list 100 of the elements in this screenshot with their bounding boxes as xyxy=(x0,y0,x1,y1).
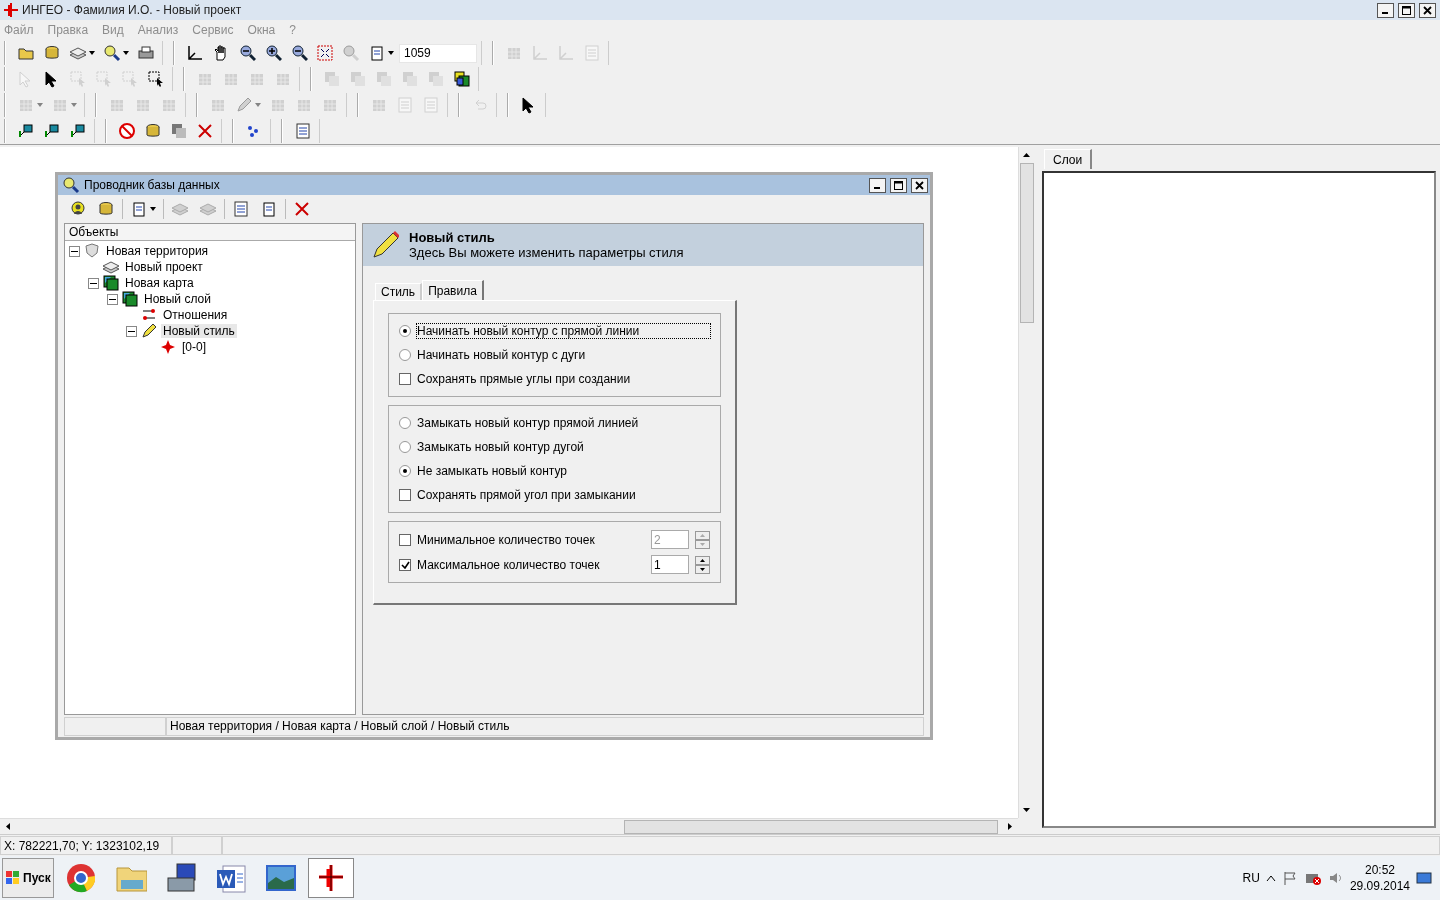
down-arrow-icon xyxy=(1023,808,1030,812)
option-label: Сохранять прямые углы при создании xyxy=(417,372,632,386)
spin-up-button[interactable] xyxy=(695,555,710,565)
table-icon xyxy=(422,96,440,114)
scroll-thumb[interactable] xyxy=(624,819,998,834)
maximize-icon xyxy=(1402,5,1411,15)
speaker-icon[interactable] xyxy=(1327,870,1344,886)
app-logo-icon xyxy=(317,863,345,893)
point-icon xyxy=(159,338,177,356)
radio-button[interactable] xyxy=(399,417,411,429)
scale-field[interactable]: 1059 xyxy=(399,43,477,63)
word-document-icon xyxy=(215,862,247,894)
checkbox[interactable] xyxy=(399,533,411,546)
photo-viewer-icon xyxy=(265,863,297,893)
radio-button[interactable] xyxy=(399,465,411,477)
selection-icon xyxy=(69,70,87,88)
tree-item[interactable]: Новая карта xyxy=(123,276,196,290)
down-arrow-icon xyxy=(700,567,705,571)
collapse-toggle[interactable] xyxy=(69,245,80,257)
tree-item[interactable]: Отношения xyxy=(161,308,230,322)
right-arrow-icon xyxy=(1008,823,1012,830)
computer-tools-icon xyxy=(165,862,197,894)
language-indicator[interactable]: RU xyxy=(1242,871,1260,885)
maximize-button[interactable] xyxy=(1398,2,1415,18)
collapse-toggle[interactable] xyxy=(88,277,99,289)
option-label: Сохранять прямой угол при замыкании xyxy=(417,488,637,502)
browser-icon xyxy=(65,862,97,894)
checkbox[interactable] xyxy=(399,558,411,571)
start-button[interactable]: Пуск xyxy=(2,858,54,898)
selection-icon xyxy=(121,70,139,88)
database-icon xyxy=(43,44,61,62)
chevron-up-icon[interactable] xyxy=(1265,874,1276,882)
radio-button[interactable] xyxy=(399,349,411,361)
document-icon xyxy=(368,44,386,62)
up-arrow-icon xyxy=(1023,153,1030,157)
square-icon xyxy=(375,70,393,88)
cross-icon xyxy=(196,122,214,140)
pin-icon xyxy=(69,122,87,140)
tree-item[interactable]: Новый проект xyxy=(123,260,205,274)
tree-item[interactable]: [0-0] xyxy=(180,340,208,354)
document-icon xyxy=(130,200,148,218)
square-icon xyxy=(427,70,445,88)
explorer-icon xyxy=(62,176,80,194)
square-icon xyxy=(170,122,188,140)
tab[interactable]: Правила xyxy=(422,280,484,300)
pin-icon xyxy=(17,122,35,140)
option-label: Замыкать новый контур прямой линией xyxy=(417,416,640,430)
tab[interactable]: Слои xyxy=(1044,149,1093,169)
radio-button[interactable] xyxy=(399,325,411,337)
table-icon xyxy=(232,200,250,218)
close-button[interactable] xyxy=(911,177,928,193)
pencil-icon xyxy=(140,322,158,340)
option-label: Не замыкать новый контур xyxy=(417,464,568,478)
square-icon xyxy=(349,70,367,88)
option-label: Максимальное количество точек xyxy=(417,557,601,572)
tree-item[interactable]: Новый стиль xyxy=(161,324,237,338)
collapse-toggle[interactable] xyxy=(107,293,118,305)
checkbox[interactable] xyxy=(399,489,411,501)
zoom-area-icon xyxy=(238,44,256,62)
maximize-button[interactable] xyxy=(890,177,907,193)
cross-icon xyxy=(293,200,311,218)
pencil-icon xyxy=(371,231,399,259)
panel-subtitle: Здесь Вы можете изменить параметры стиля xyxy=(409,245,684,260)
printer-icon xyxy=(137,44,155,62)
person-icon xyxy=(69,200,87,218)
radio-button[interactable] xyxy=(399,441,411,453)
maximize-icon xyxy=(894,180,903,190)
table-icon xyxy=(294,122,312,140)
axes-icon xyxy=(186,44,204,62)
scroll-thumb[interactable] xyxy=(1019,163,1034,323)
tree-item[interactable]: Новая территория xyxy=(104,244,211,258)
check-icon xyxy=(400,560,410,569)
column-header: Объекты xyxy=(65,224,355,241)
collapse-toggle[interactable] xyxy=(126,325,137,337)
close-icon xyxy=(1423,5,1432,15)
status-cell: X: 782221,70; Y: 1323102,19 xyxy=(0,836,172,855)
map-icon xyxy=(121,290,139,308)
minimize-button[interactable] xyxy=(1377,2,1394,18)
clock[interactable]: 20:52 29.09.2014 xyxy=(1349,862,1410,894)
table-icon xyxy=(583,44,601,62)
map-icon xyxy=(102,274,120,292)
down-arrow-icon xyxy=(700,542,705,546)
axes-icon xyxy=(557,44,575,62)
show-desktop-icon[interactable] xyxy=(1416,871,1432,885)
flag-icon[interactable] xyxy=(1281,870,1298,886)
spin-down-button[interactable] xyxy=(695,564,710,574)
up-arrow-icon xyxy=(700,533,705,537)
document-icon xyxy=(260,200,278,218)
minimize-button[interactable] xyxy=(869,177,886,193)
close-button[interactable] xyxy=(1419,2,1436,18)
option-label: Начинать новый контур с прямой линии xyxy=(417,324,710,338)
zoom-out-icon xyxy=(290,44,308,62)
number-field[interactable]: 1 xyxy=(651,555,689,574)
tab[interactable]: Стиль xyxy=(375,283,423,300)
checkbox[interactable] xyxy=(399,373,411,385)
dialog-title: Проводник базы данных xyxy=(84,178,221,192)
taskbar-app-button[interactable] xyxy=(308,858,354,898)
tree-item[interactable]: Новый слой xyxy=(142,292,213,306)
option-label: Начинать новый контур с дуги xyxy=(417,348,587,362)
square-icon xyxy=(401,70,419,88)
